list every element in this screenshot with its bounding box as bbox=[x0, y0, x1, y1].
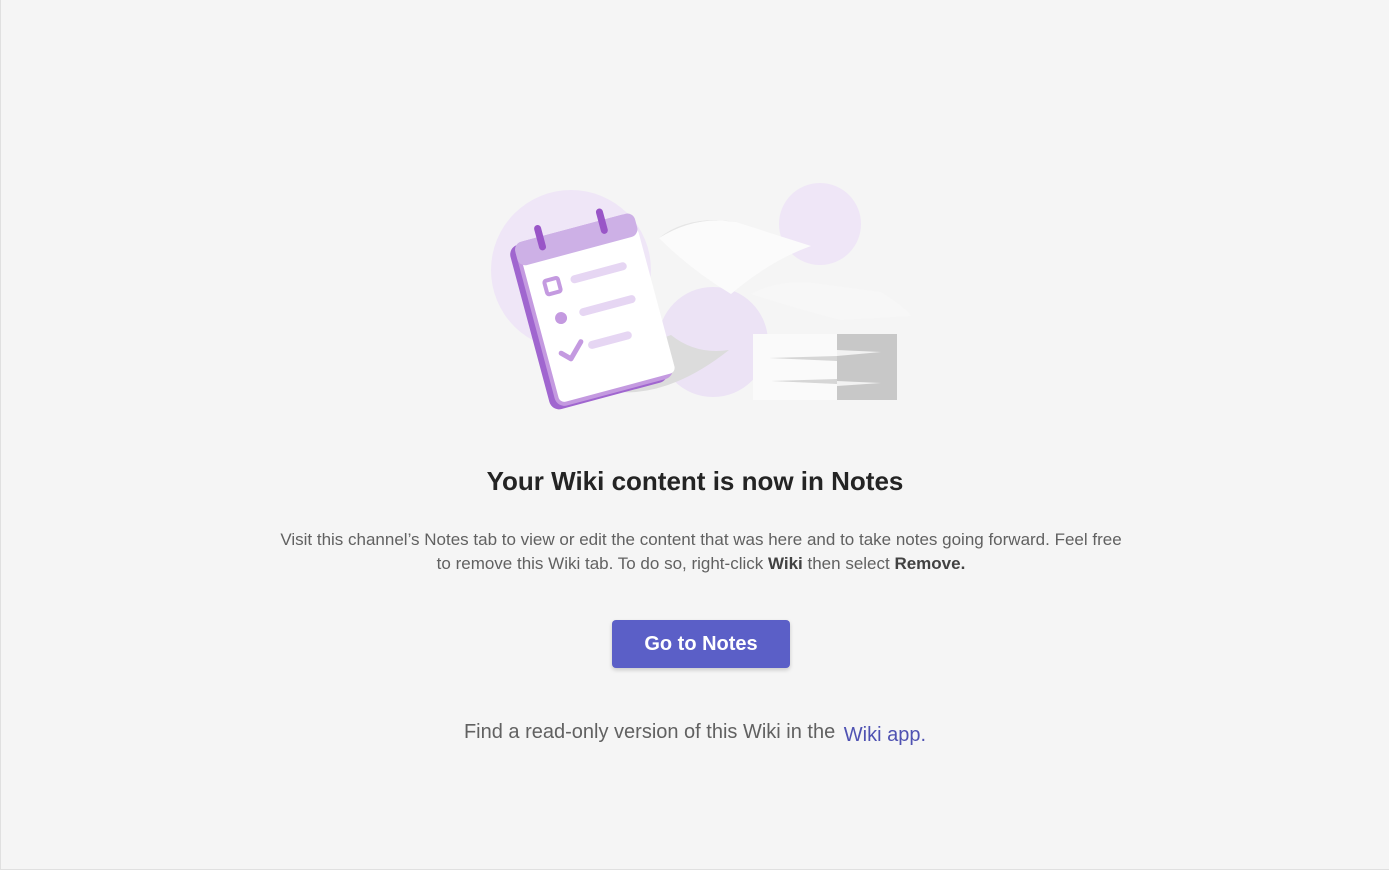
paper-stack-front bbox=[753, 334, 837, 400]
paper-sheet-2 bbox=[751, 282, 911, 320]
remove-bold-label: Remove. bbox=[894, 554, 966, 573]
footer-text: Find a read-only version of this Wiki in… bbox=[1, 721, 1389, 746]
description-text: Visit this channel’s Notes tab to view o… bbox=[241, 528, 1161, 576]
paper-stack-side bbox=[837, 334, 897, 400]
footer-label: Find a read-only version of this Wiki in… bbox=[463, 721, 836, 743]
illustration-svg bbox=[491, 183, 911, 410]
notes-checklist-illustration bbox=[481, 160, 921, 410]
description-line-2-mid: then select bbox=[802, 554, 895, 573]
go-to-notes-button[interactable]: Go to Notes bbox=[612, 620, 790, 668]
description-line-1: Visit this channel’s Notes tab to view o… bbox=[280, 530, 1122, 549]
wiki-bold-label: Wiki bbox=[767, 554, 803, 573]
wiki-app-link[interactable]: Wiki app. bbox=[844, 724, 926, 746]
description-line-2-prefix: to remove this Wiki tab. To do so, right… bbox=[436, 554, 768, 573]
wiki-tab-page: Your Wiki content is now in Notes Visit … bbox=[0, 0, 1389, 870]
page-title: Your Wiki content is now in Notes bbox=[486, 466, 904, 496]
